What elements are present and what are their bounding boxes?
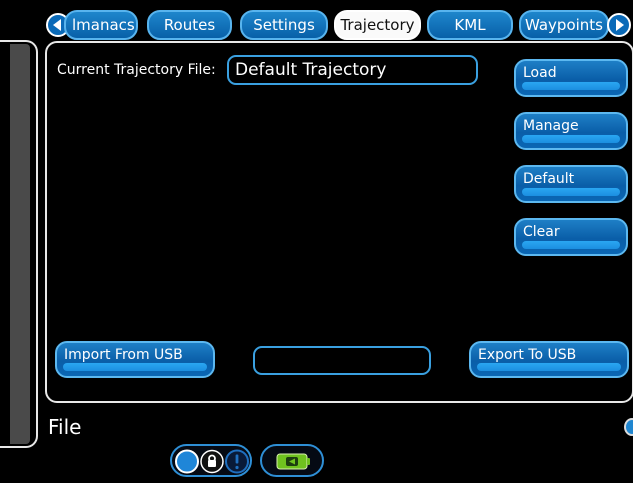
tab-label: KML [454,16,486,34]
tab-label: Waypoints [524,16,603,34]
export-button-label: Export To USB [478,347,577,363]
tab-label: lmanacs [72,16,135,34]
edge-indicator-icon[interactable] [624,418,633,436]
tab-next-button[interactable] [607,13,631,37]
button-gloss [522,135,620,143]
current-file-label: Current Trajectory File: [57,62,216,78]
tab-label: Routes [163,16,216,34]
button-gloss [522,241,620,249]
default-button-label: Default [523,171,575,187]
tab-waypoints[interactable]: Waypoints [519,10,609,40]
button-gloss [522,188,620,196]
default-button[interactable]: Default [514,165,628,203]
clear-button-label: Clear [523,224,560,240]
clear-button[interactable]: Clear [514,218,628,256]
tab-kml[interactable]: KML [427,10,513,40]
lock-status-control[interactable] [170,444,252,477]
import-from-usb-button[interactable]: Import From USB [55,341,215,378]
tab-trajectory[interactable]: Trajectory [334,10,421,40]
side-panel[interactable] [10,44,30,444]
load-button-label: Load [523,65,557,81]
current-file-value: Default Trajectory [235,60,387,80]
export-to-usb-button[interactable]: Export To USB [469,341,629,378]
tab-settings[interactable]: Settings [240,10,328,40]
lock-toggle-icon [175,449,249,474]
load-button[interactable]: Load [514,59,628,97]
chevron-right-icon [616,19,624,31]
battery-icon [276,453,310,470]
tab-label: Settings [253,16,315,34]
button-gloss [477,363,621,371]
section-title: File [48,415,82,439]
button-gloss [522,82,620,90]
import-button-label: Import From USB [64,347,183,363]
tab-label: Trajectory [340,16,415,34]
tab-almanacs[interactable]: lmanacs [64,10,138,40]
tab-routes[interactable]: Routes [147,10,232,40]
button-gloss [63,363,207,371]
manage-button-label: Manage [523,118,579,134]
battery-status[interactable] [260,444,324,477]
current-file-field[interactable]: Default Trajectory [227,55,478,85]
manage-button[interactable]: Manage [514,112,628,150]
usb-status-field [253,346,431,375]
